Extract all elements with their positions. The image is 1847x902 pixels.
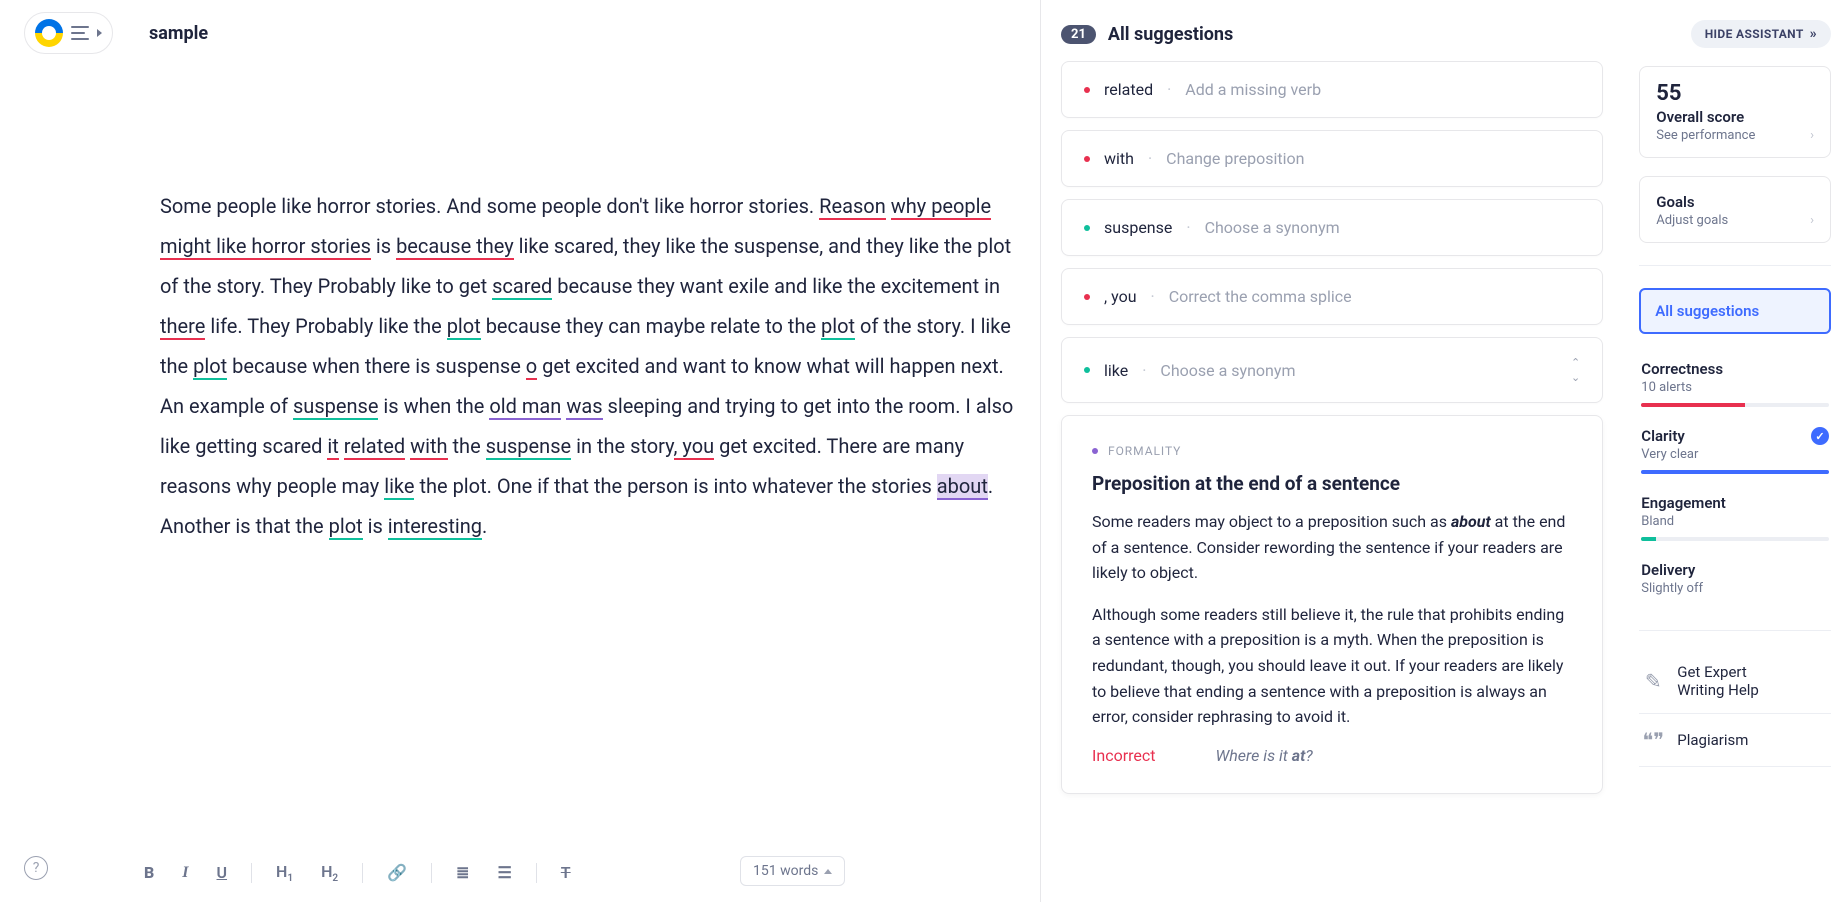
suggestion-card[interactable]: with · Change preposition bbox=[1061, 130, 1603, 187]
h1-button[interactable]: H1 bbox=[272, 858, 297, 888]
logo-menu-pill[interactable] bbox=[24, 12, 113, 54]
format-toolbar: B I U H1 H2 🔗 ≣ ☰ T bbox=[140, 858, 575, 888]
suggestion-hint: Add a missing verb bbox=[1185, 80, 1321, 99]
score-sub: See performance bbox=[1656, 128, 1755, 143]
suggestion-paragraph: Some readers may object to a preposition… bbox=[1092, 509, 1572, 586]
link-button[interactable]: 🔗 bbox=[383, 859, 411, 886]
goals-panel[interactable]: Goals Adjust goals › bbox=[1639, 176, 1831, 243]
overall-score-panel[interactable]: 55 Overall score See performance › bbox=[1639, 66, 1831, 158]
example-text: Where is it at? bbox=[1215, 746, 1312, 765]
metric-correctness[interactable]: Correctness10 alerts bbox=[1639, 352, 1831, 419]
link-icon: ✎ bbox=[1641, 669, 1665, 693]
clear-format-button[interactable]: T bbox=[557, 859, 575, 886]
word-count-button[interactable]: 151 words bbox=[740, 856, 845, 886]
suggestion-word: related bbox=[1104, 80, 1153, 99]
ordered-list-button[interactable]: ≣ bbox=[452, 859, 473, 886]
suggestion-card[interactable]: related · Add a missing verb bbox=[1061, 61, 1603, 118]
suggestion-word: like bbox=[1104, 361, 1128, 380]
example-label: Incorrect bbox=[1092, 746, 1155, 765]
dot-icon bbox=[1084, 156, 1090, 162]
metric-clarity[interactable]: Clarity✓Very clear bbox=[1639, 419, 1831, 486]
document-editor[interactable]: Some people like horror stories. And som… bbox=[140, 66, 1040, 902]
metric-delivery[interactable]: DeliverySlightly off bbox=[1639, 553, 1831, 608]
goals-sub: Adjust goals bbox=[1656, 213, 1728, 228]
suggestion-word: , you bbox=[1104, 287, 1137, 306]
sidebar-link[interactable]: ✎Get ExpertWriting Help bbox=[1639, 653, 1831, 709]
app-logo bbox=[35, 19, 63, 47]
suggestions-panel: 21 All suggestions related · Add a missi… bbox=[1041, 0, 1623, 902]
italic-button[interactable]: I bbox=[178, 860, 192, 886]
link-icon: ❝❞ bbox=[1641, 728, 1665, 752]
unordered-list-button[interactable]: ☰ bbox=[493, 859, 515, 886]
chevron-right-icon: › bbox=[1810, 128, 1814, 143]
dot-icon bbox=[1092, 448, 1098, 454]
underline-button[interactable]: U bbox=[213, 859, 232, 886]
help-button[interactable]: ? bbox=[24, 856, 48, 880]
assistant-sidebar: HIDE ASSISTANT» 55 Overall score See per… bbox=[1623, 0, 1847, 902]
suggestion-title: Preposition at the end of a sentence bbox=[1092, 472, 1572, 495]
score-title: Overall score bbox=[1656, 108, 1814, 126]
all-suggestions-tab[interactable]: All suggestions bbox=[1639, 288, 1831, 334]
check-icon: ✓ bbox=[1811, 427, 1829, 445]
hide-assistant-button[interactable]: HIDE ASSISTANT» bbox=[1691, 20, 1831, 48]
suggestion-hint: Choose a synonym bbox=[1160, 361, 1295, 380]
score-value: 55 bbox=[1656, 81, 1814, 106]
suggestion-word: suspense bbox=[1104, 218, 1172, 237]
suggestion-card[interactable]: suspense · Choose a synonym bbox=[1061, 199, 1603, 256]
caret-right-icon bbox=[97, 29, 102, 37]
dot-icon bbox=[1084, 87, 1090, 93]
suggestion-detail-card[interactable]: FORMALITY Preposition at the end of a se… bbox=[1061, 415, 1603, 794]
dot-icon bbox=[1084, 294, 1090, 300]
suggestion-hint: Change preposition bbox=[1166, 149, 1304, 168]
suggestion-card[interactable]: like · Choose a synonym⌃⌄ bbox=[1061, 337, 1603, 403]
triangle-up-icon bbox=[824, 869, 832, 874]
menu-icon[interactable] bbox=[71, 26, 89, 40]
h2-button[interactable]: H2 bbox=[317, 858, 342, 888]
goals-title: Goals bbox=[1656, 193, 1814, 211]
bold-button[interactable]: B bbox=[140, 859, 158, 886]
chevron-right-icon: › bbox=[1810, 213, 1814, 228]
sidebar-link[interactable]: ❝❞Plagiarism bbox=[1639, 718, 1831, 762]
dot-icon bbox=[1084, 367, 1090, 373]
suggestion-card[interactable]: , you · Correct the comma splice bbox=[1061, 268, 1603, 325]
metric-engagement[interactable]: EngagementBland bbox=[1639, 486, 1831, 553]
example-row: Incorrect Where is it at? bbox=[1092, 746, 1572, 765]
chevron-right-icon: » bbox=[1810, 26, 1817, 42]
nav-arrows[interactable]: ⌃⌄ bbox=[1571, 356, 1580, 384]
suggestion-count-badge: 21 bbox=[1061, 25, 1096, 44]
suggestion-hint: Choose a synonym bbox=[1205, 218, 1340, 237]
suggestion-word: with bbox=[1104, 149, 1134, 168]
suggestion-paragraph: Although some readers still believe it, … bbox=[1092, 602, 1572, 730]
suggestion-category: FORMALITY bbox=[1108, 444, 1181, 458]
document-title[interactable]: sample bbox=[149, 23, 208, 44]
dot-icon bbox=[1084, 225, 1090, 231]
suggestion-hint: Correct the comma splice bbox=[1169, 287, 1352, 306]
suggestions-heading: All suggestions bbox=[1108, 24, 1233, 45]
